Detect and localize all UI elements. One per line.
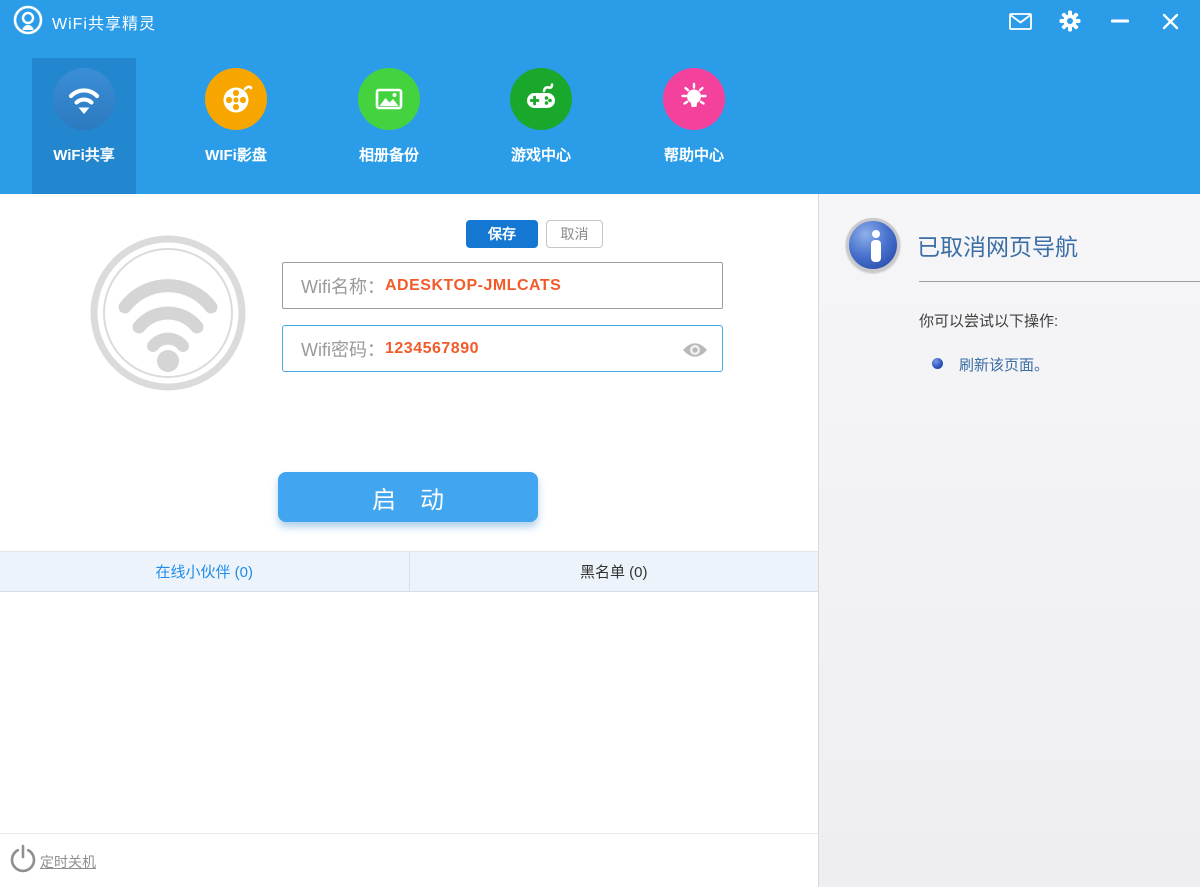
wifi-password-value: 1234567890 bbox=[385, 340, 479, 358]
tab-online-friends[interactable]: 在线小伙伴 (0) bbox=[0, 552, 409, 591]
save-button[interactable]: 保存 bbox=[466, 220, 538, 248]
navigation-canceled-title: 已取消网页导航 bbox=[917, 228, 1078, 262]
wifi-password-label: Wifi密码： bbox=[301, 336, 385, 362]
side-panel: 已取消网页导航 你可以尝试以下操作: 刷新该页面。 bbox=[818, 194, 1200, 887]
power-icon bbox=[8, 843, 38, 880]
app-window: WiFi共享精灵 bbox=[0, 0, 1200, 887]
show-password-eye-icon[interactable] bbox=[682, 341, 708, 359]
info-icon bbox=[846, 218, 900, 272]
tab-bar: 在线小伙伴 (0) 黑名单 (0) bbox=[0, 551, 818, 592]
nav-item-wifi-share[interactable]: WiFi共享 bbox=[32, 58, 136, 194]
header: WiFi共享精灵 bbox=[0, 0, 1200, 194]
wifi-status-badge-icon bbox=[88, 233, 248, 393]
titlebar: WiFi共享精灵 bbox=[0, 0, 1200, 40]
main-panel: 保存 取消 Wifi名称： ADESKTOP-JMLCATS Wifi密码： 1… bbox=[0, 194, 818, 887]
tab-blacklist[interactable]: 黑名单 (0) bbox=[409, 552, 819, 591]
nav-item-help-center[interactable]: 帮助中心 bbox=[642, 58, 746, 194]
nav-item-wifi-disk[interactable]: WIFi影盘 bbox=[184, 58, 288, 194]
start-button[interactable]: 启 动 bbox=[278, 472, 538, 522]
nav-label: WIFi影盘 bbox=[184, 144, 288, 165]
gear-icon[interactable] bbox=[1058, 9, 1082, 33]
window-title: WiFi共享精灵 bbox=[52, 10, 156, 34]
film-reel-icon bbox=[205, 68, 267, 130]
wifi-password-input[interactable]: Wifi密码： 1234567890 bbox=[282, 325, 723, 372]
wifi-name-input[interactable]: Wifi名称： ADESKTOP-JMLCATS bbox=[282, 262, 723, 309]
lightbulb-icon bbox=[663, 68, 725, 130]
nav-label: WiFi共享 bbox=[32, 144, 136, 165]
bullet-icon bbox=[932, 358, 943, 369]
minimize-icon[interactable] bbox=[1108, 9, 1132, 33]
try-actions-text: 你可以尝试以下操作: bbox=[919, 310, 1058, 331]
nav-label: 相册备份 bbox=[337, 144, 441, 165]
nav-item-game-center[interactable]: 游戏中心 bbox=[489, 58, 593, 194]
mail-icon[interactable] bbox=[1008, 9, 1032, 33]
refresh-page-link[interactable]: 刷新该页面。 bbox=[959, 354, 1049, 375]
app-logo-icon bbox=[10, 3, 46, 39]
wifi-name-value: ADESKTOP-JMLCATS bbox=[385, 277, 561, 295]
footer: 定时关机 bbox=[0, 833, 818, 887]
nav-label: 帮助中心 bbox=[642, 144, 746, 165]
nav-item-photo-backup[interactable]: 相册备份 bbox=[337, 58, 441, 194]
scheduled-shutdown-link[interactable]: 定时关机 bbox=[8, 843, 96, 880]
divider bbox=[919, 281, 1200, 282]
gamepad-icon bbox=[510, 68, 572, 130]
close-icon[interactable] bbox=[1158, 9, 1182, 33]
scheduled-shutdown-label: 定时关机 bbox=[40, 852, 96, 872]
nav-label: 游戏中心 bbox=[489, 144, 593, 165]
wifi-icon bbox=[53, 68, 115, 130]
cancel-button[interactable]: 取消 bbox=[546, 220, 603, 248]
wifi-name-label: Wifi名称： bbox=[301, 273, 385, 299]
photo-icon bbox=[358, 68, 420, 130]
